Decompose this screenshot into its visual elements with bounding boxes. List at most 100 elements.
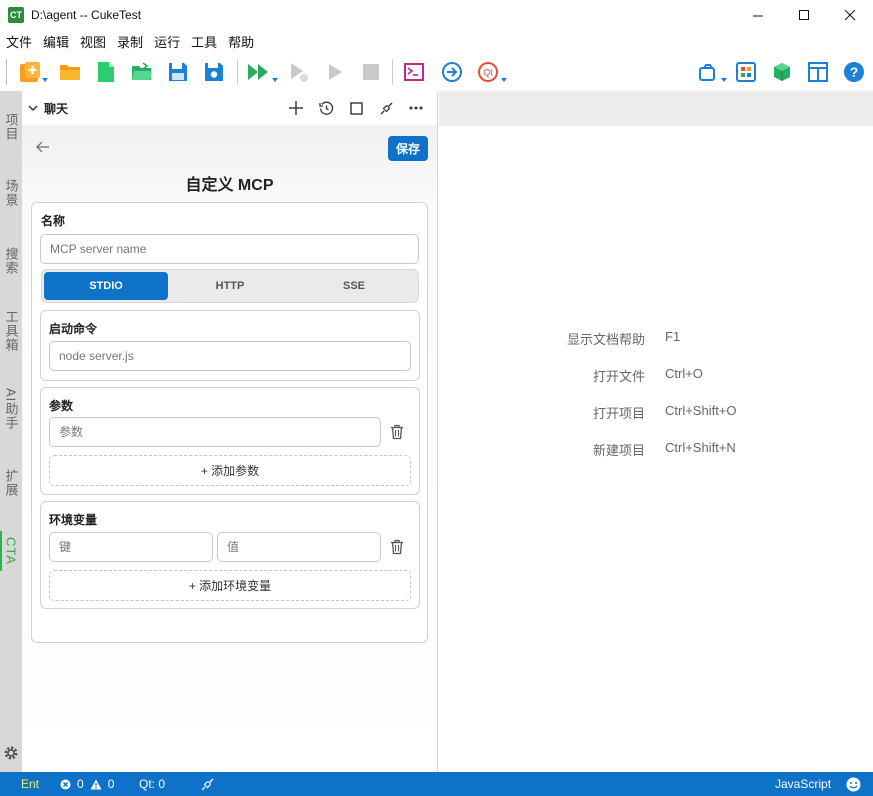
run-button[interactable] <box>322 59 348 85</box>
shortcut-label[interactable]: 新建项目 <box>593 440 645 459</box>
model-manager-icon <box>736 62 756 82</box>
shortcut-label[interactable]: 打开项目 <box>593 403 645 422</box>
delete-arg-button[interactable] <box>388 423 406 441</box>
debug-run-button[interactable] <box>286 59 312 85</box>
help-icon: ? <box>844 62 864 82</box>
chat-panel-header: 聊天 <box>22 91 437 125</box>
page-title: 自定义 MCP <box>185 177 274 194</box>
close-icon <box>844 9 855 20</box>
shortcut-row: 打开项目 Ctrl+Shift+O <box>439 403 873 423</box>
mcp-connection-button[interactable] <box>371 95 401 121</box>
svg-text:?: ? <box>850 64 859 80</box>
run-all-icon <box>248 64 268 80</box>
menu-bar: 文件 编辑 视图 录制 运行 工具 帮助 <box>0 30 873 52</box>
new-menu-button[interactable] <box>17 59 48 85</box>
shortcut-label[interactable]: 显示文档帮助 <box>567 329 645 348</box>
layout-icon <box>808 62 828 82</box>
square-icon <box>349 101 363 115</box>
record-menu-button[interactable] <box>697 59 727 85</box>
activity-tab-search[interactable]: 搜索 <box>0 239 22 283</box>
connection-status[interactable] <box>200 772 215 796</box>
editor-welcome: 显示文档帮助 F1 打开文件 Ctrl+O 打开项目 Ctrl+Shift+O … <box>439 126 873 772</box>
add-arg-button[interactable]: + 添加参数 <box>49 455 411 486</box>
arrow-circle-icon <box>442 62 462 82</box>
command-input[interactable] <box>49 341 411 371</box>
svg-text:Qt: Qt <box>483 68 493 78</box>
menu-run[interactable]: 运行 <box>154 32 180 51</box>
status-bar: Ent 0 0 Qt: 0 JavaScript <box>0 772 873 796</box>
menu-help[interactable]: 帮助 <box>228 32 254 51</box>
save-button[interactable]: 保存 <box>388 136 428 161</box>
maximize-button[interactable] <box>781 0 827 30</box>
custom-mcp-form-area: 保存 自定义 MCP 名称 STDIO HTTP SSE 启动命令 参数 + 添… <box>22 125 437 772</box>
settings-gear-button[interactable] <box>3 745 19 764</box>
trash-icon <box>391 424 403 440</box>
terminal-button[interactable] <box>401 59 427 85</box>
menu-tools[interactable]: 工具 <box>191 32 217 51</box>
tab-stdio[interactable]: STDIO <box>44 272 168 300</box>
navigate-button[interactable] <box>439 59 465 85</box>
name-label: 名称 <box>41 214 66 228</box>
env-value-input[interactable] <box>217 532 381 562</box>
shortcut-key: F1 <box>665 329 681 344</box>
activity-tab-project[interactable]: 项目 <box>0 105 22 149</box>
gear-icon <box>4 746 18 760</box>
chevron-down-icon[interactable] <box>28 103 38 113</box>
smiley-icon <box>846 777 861 791</box>
folder-icon <box>60 65 80 80</box>
app-logo-icon: CT <box>8 7 24 23</box>
activity-tab-cta[interactable]: CTA <box>0 531 22 571</box>
package-button[interactable] <box>769 59 795 85</box>
stop-icon <box>363 64 379 80</box>
model-manager-button[interactable] <box>733 59 759 85</box>
arg-input[interactable] <box>49 417 381 447</box>
shortcut-key: Ctrl+Shift+N <box>665 440 736 455</box>
activity-tab-extensions[interactable]: 扩展 <box>0 463 22 503</box>
server-name-input[interactable] <box>40 234 419 264</box>
menu-file[interactable]: 文件 <box>6 32 32 51</box>
problems-status[interactable]: 0 0 <box>60 772 114 796</box>
menu-record[interactable]: 录制 <box>117 32 143 51</box>
history-button[interactable] <box>311 95 341 121</box>
activity-tab-toolbox[interactable]: 工具箱 <box>0 303 22 359</box>
maximize-icon <box>798 9 809 20</box>
maximize-panel-button[interactable] <box>341 95 371 121</box>
stop-button[interactable] <box>358 59 384 85</box>
new-document-button[interactable] <box>93 59 119 85</box>
new-chat-button[interactable] <box>281 95 311 121</box>
command-section: 启动命令 <box>40 310 420 381</box>
save-button-toolbar[interactable] <box>165 59 191 85</box>
delete-env-button[interactable] <box>388 538 406 556</box>
tab-sse[interactable]: SSE <box>292 272 416 300</box>
more-actions-button[interactable] <box>401 95 431 121</box>
warning-icon <box>90 779 102 789</box>
add-env-button[interactable]: + 添加环境变量 <box>49 570 411 601</box>
layout-button[interactable] <box>805 59 831 85</box>
toolbar: Qt ? <box>0 53 873 91</box>
minimize-button[interactable] <box>735 0 781 30</box>
help-button[interactable]: ? <box>841 59 867 85</box>
menu-edit[interactable]: 编辑 <box>43 32 69 51</box>
editor-tab-bar <box>439 91 873 126</box>
menu-view[interactable]: 视图 <box>80 32 106 51</box>
env-key-input[interactable] <box>49 532 213 562</box>
shortcut-key: Ctrl+Shift+O <box>665 403 737 418</box>
tab-http[interactable]: HTTP <box>168 272 292 300</box>
play-icon <box>329 64 342 80</box>
edition-status[interactable]: Ent <box>21 772 39 796</box>
shortcut-label[interactable]: 打开文件 <box>593 366 645 385</box>
save-all-button[interactable] <box>201 59 227 85</box>
activity-tab-scenario[interactable]: 场景 <box>0 171 22 215</box>
close-button[interactable] <box>827 0 873 30</box>
feedback-button[interactable] <box>846 772 861 796</box>
qt-tools-button[interactable]: Qt <box>475 59 507 85</box>
transport-tabs: STDIO HTTP SSE <box>41 269 419 303</box>
open-folder-button[interactable] <box>57 59 83 85</box>
back-button[interactable] <box>36 141 50 156</box>
language-status[interactable]: JavaScript <box>775 772 831 796</box>
activity-tab-ai-assistant[interactable]: AI助手 <box>0 381 22 437</box>
run-all-button[interactable] <box>246 59 278 85</box>
open-project-button[interactable] <box>129 59 155 85</box>
minimize-icon <box>752 15 763 16</box>
qt-status[interactable]: Qt: 0 <box>139 772 165 796</box>
